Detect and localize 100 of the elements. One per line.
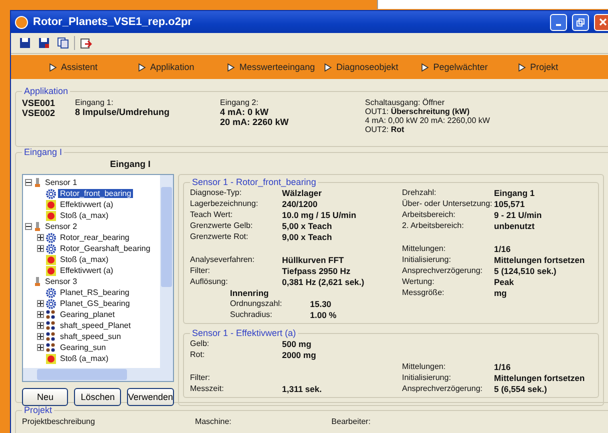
expander-toggle[interactable] — [37, 245, 44, 252]
nav-link[interactable]: Messwerteeingang — [227, 62, 324, 72]
tree-item[interactable]: Stoß (a_max) — [58, 255, 110, 264]
output-text: OUT1: Überschreitung (kW) — [365, 107, 470, 116]
field-label: 2. Arbeitsbereich: — [402, 221, 465, 230]
output-text: 4 mA: 0,00 kW 20 mA: 2260,00 kW — [365, 116, 490, 125]
tree-item[interactable]: Sensor 2 — [43, 222, 80, 231]
tree-item[interactable]: Sensor 1 — [43, 178, 80, 187]
nav-link[interactable]: Projekt — [518, 62, 608, 72]
sensor-probe-icon — [34, 178, 41, 188]
action-button[interactable]: Löschen — [74, 388, 121, 406]
play-icon — [518, 62, 526, 72]
status-dot-icon — [46, 354, 56, 364]
field-label: Wertung: — [402, 277, 436, 286]
nav-link[interactable]: Assistent — [49, 62, 138, 72]
tree-item[interactable]: Rotor_front_bearing — [58, 189, 134, 198]
field-label: Ordnungszahl: — [230, 299, 284, 308]
tree-item[interactable]: Stoß (a_max) — [58, 354, 110, 363]
field-label: Mittelungen: — [402, 244, 447, 253]
field-value: 5 (6,554 sek.) — [494, 384, 547, 394]
restore-icon — [576, 18, 585, 26]
tree-item[interactable]: Rotor_Gearshaft_bearing — [58, 244, 152, 253]
device-id: VSE002 — [22, 108, 56, 118]
section-title: Innenring — [230, 288, 270, 298]
tree-item[interactable]: Stoß (a_max) — [58, 211, 110, 220]
tree-item[interactable]: shaft_speed_Planet — [58, 321, 133, 330]
field-value: 8 Impulse/Umdrehung — [75, 107, 171, 117]
field-value: 9,00 x Teach — [282, 232, 332, 242]
vertical-scrollbar[interactable] — [160, 175, 173, 368]
nav-link[interactable]: Diagnoseobjekt — [324, 62, 422, 72]
field-value: 500 mg — [282, 338, 312, 348]
expander-toggle[interactable] — [37, 322, 44, 329]
field-label: Filter: — [190, 266, 211, 275]
gear-dots-icon — [46, 320, 56, 330]
save-icon[interactable] — [36, 35, 52, 51]
field-value: Tiefpass 2950 Hz — [282, 266, 350, 276]
device-id: VSE001 — [22, 98, 56, 108]
app-logo-icon — [15, 16, 28, 28]
status-dot-icon — [46, 254, 56, 264]
tree-item[interactable]: Effektivwert (a) — [58, 200, 116, 209]
copy-icon[interactable] — [55, 35, 71, 51]
field-value: 1.00 % — [310, 310, 336, 320]
play-icon — [324, 62, 332, 72]
field-value: 5 (124,510 sek.) — [494, 266, 556, 276]
play-icon — [421, 62, 430, 72]
tree-item[interactable]: Planet_GS_bearing — [58, 299, 132, 308]
field-label: Grenzwerte Rot: — [190, 232, 250, 241]
field-value: 1/16 — [494, 244, 511, 254]
nav-link[interactable]: Applikation — [138, 62, 228, 72]
group-title: Sensor 1 - Effektivwert (a) — [191, 328, 297, 338]
bearing-ring-icon — [46, 188, 56, 198]
window-title: Rotor_Planets_VSE1_rep.o2pr — [33, 16, 193, 28]
tree-item[interactable]: Effektivwert (a) — [58, 266, 116, 275]
field-label: Eingang 1: — [75, 98, 114, 107]
field-label: Maschine: — [194, 417, 232, 426]
field-label: Grenzwerte Gelb: — [190, 221, 254, 230]
field-label: Messzeit: — [190, 384, 225, 393]
field-value: Peak — [494, 276, 514, 286]
field-value: 1,311 sek. — [282, 384, 322, 394]
field-label: Eingang 2: — [220, 98, 260, 107]
save-icon[interactable] — [17, 35, 33, 51]
field-label: Arbeitsbereich: — [402, 210, 456, 219]
field-value: Mittelungen fortsetzen — [494, 372, 585, 382]
action-button[interactable]: Verwenden — [126, 388, 174, 406]
expander-toggle[interactable] — [37, 234, 44, 241]
tree-item[interactable]: Rotor_rear_bearing — [58, 233, 132, 242]
tree-item[interactable]: Gearing_planet — [58, 310, 117, 319]
gear-dots-icon — [46, 342, 56, 352]
output-text: OUT2: Rot — [365, 125, 406, 134]
play-icon — [49, 62, 57, 72]
expander-toggle[interactable] — [37, 344, 44, 351]
expander-toggle[interactable] — [37, 300, 44, 307]
restore-button[interactable] — [572, 14, 589, 30]
close-button[interactable] — [594, 14, 608, 30]
sensor-probe-icon — [34, 222, 41, 232]
expander-toggle[interactable] — [25, 179, 32, 186]
tree-item[interactable]: Sensor 3 — [43, 277, 80, 286]
field-label: Diagnose-Typ: — [190, 188, 243, 197]
action-button[interactable]: Neu — [22, 388, 68, 406]
close-icon — [598, 18, 606, 26]
field-value: Hüllkurven FFT — [282, 254, 344, 264]
field-value: 15.30 — [310, 298, 332, 308]
expander-toggle[interactable] — [37, 311, 44, 318]
field-value: 9 - 21 U/min — [494, 210, 542, 220]
field-value: 10.0 mg / 15 U/min — [282, 210, 356, 220]
tree-item[interactable]: Planet_RS_bearing — [58, 288, 132, 297]
nav-link[interactable]: Pegelwächter — [421, 62, 518, 72]
play-icon — [138, 62, 146, 72]
field-value: 5,00 x Teach — [282, 220, 332, 230]
minimize-button[interactable] — [550, 14, 567, 30]
field-label: Messgröße: — [402, 288, 446, 297]
horizontal-scrollbar[interactable] — [23, 368, 173, 381]
field-value: 4 mA: 0 kW — [220, 107, 270, 117]
expander-toggle[interactable] — [25, 223, 32, 230]
field-label: Initialisierung: — [402, 373, 452, 382]
field-label: Projektbeschreibung — [22, 417, 95, 426]
field-value: 240/1200 — [282, 198, 318, 208]
expander-toggle[interactable] — [37, 333, 44, 340]
tree-item[interactable]: Gearing_sun — [58, 343, 108, 352]
tree-item[interactable]: shaft_speed_sun — [58, 332, 123, 341]
